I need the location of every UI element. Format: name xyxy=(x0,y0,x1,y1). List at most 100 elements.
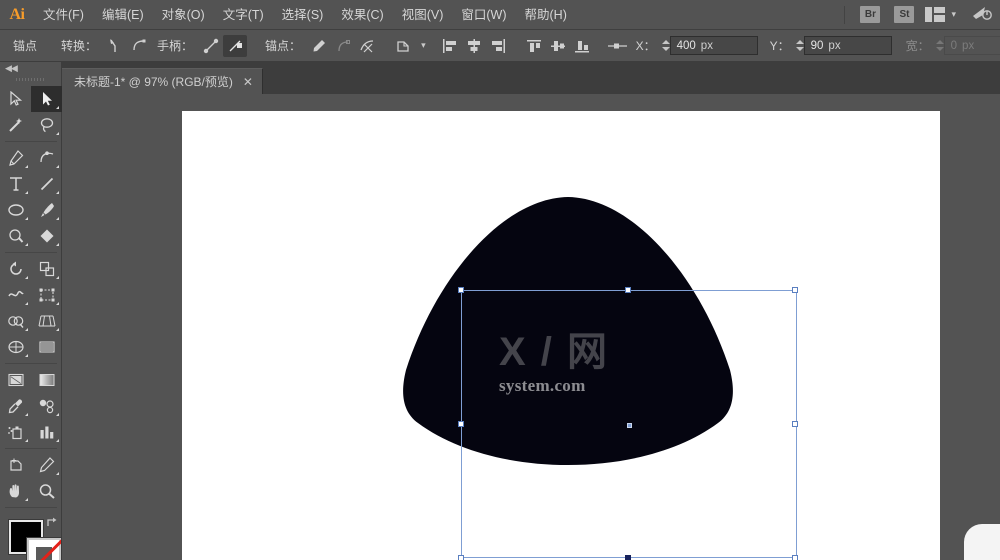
width-stepper xyxy=(936,36,944,56)
canvas-area[interactable]: X / 网 system.com xyxy=(62,94,1000,560)
tools-divider xyxy=(5,141,57,142)
align-bottom-icon[interactable] xyxy=(570,35,594,57)
tool-blend[interactable] xyxy=(31,393,62,419)
ai-logo-icon: Ai xyxy=(0,0,34,30)
isolate-selected-icon[interactable] xyxy=(391,35,415,57)
collapse-panel-icon[interactable]: ◀◀ xyxy=(5,63,17,74)
tool-eraser[interactable] xyxy=(31,223,62,249)
bridge-button[interactable]: Br xyxy=(860,6,880,23)
handle-middle-right[interactable] xyxy=(792,421,798,427)
tool-ellipse[interactable] xyxy=(0,197,31,223)
x-stepper[interactable] xyxy=(662,36,670,56)
tool-direct-selection[interactable] xyxy=(31,86,62,112)
menu-window[interactable]: 窗口(W) xyxy=(452,0,515,30)
handle-top-center[interactable] xyxy=(625,287,631,293)
handle-middle-left[interactable] xyxy=(458,421,464,427)
menu-type[interactable]: 文字(T) xyxy=(214,0,273,30)
menu-view[interactable]: 视图(V) xyxy=(393,0,453,30)
width-value: 0 xyxy=(951,40,957,52)
handle-top-left[interactable] xyxy=(458,287,464,293)
x-value: 400 xyxy=(677,40,696,52)
handles-label: 手柄： xyxy=(151,37,199,54)
hide-handles-icon[interactable] xyxy=(223,35,247,57)
close-icon[interactable]: ✕ xyxy=(243,76,253,88)
x-label: X： xyxy=(630,37,662,54)
tool-slice[interactable] xyxy=(31,452,62,478)
tool-gradient[interactable] xyxy=(31,334,62,360)
align-left-icon[interactable] xyxy=(438,35,462,57)
tool-scale[interactable] xyxy=(31,256,62,282)
chevron-down-icon[interactable]: ▾ xyxy=(951,9,956,20)
show-handles-icon[interactable] xyxy=(199,35,223,57)
menu-bar: Ai 文件(F) 编辑(E) 对象(O) 文字(T) 选择(S) 效果(C) 视… xyxy=(0,0,1000,30)
tool-magic-wand[interactable] xyxy=(0,112,31,138)
align-right-icon[interactable] xyxy=(486,35,510,57)
tool-rotate[interactable] xyxy=(0,256,31,282)
tools-divider xyxy=(5,448,57,449)
tool-perspective-grid[interactable] xyxy=(31,308,62,334)
workspace-layout-icon[interactable] xyxy=(925,7,945,22)
tool-symbol-sprayer[interactable] xyxy=(0,419,31,445)
transform-handle-icon[interactable] xyxy=(606,35,630,57)
chevron-down-icon[interactable]: ▾ xyxy=(421,40,426,51)
illustrator-window: Ai 文件(F) 编辑(E) 对象(O) 文字(T) 选择(S) 效果(C) 视… xyxy=(0,0,1000,560)
width-input: 0 px xyxy=(944,36,1000,55)
width-unit: px xyxy=(962,40,974,52)
menu-help[interactable]: 帮助(H) xyxy=(516,0,576,30)
tools-divider xyxy=(5,252,57,253)
convert-label: 转换： xyxy=(55,37,103,54)
remove-anchor-icon[interactable] xyxy=(307,35,331,57)
convert-to-smooth-icon[interactable] xyxy=(127,35,151,57)
tool-gradient-fill[interactable] xyxy=(31,367,62,393)
x-input[interactable]: 400 px xyxy=(670,36,758,55)
selection-center-point xyxy=(627,423,632,428)
tool-mesh[interactable] xyxy=(0,334,31,360)
tool-line-segment[interactable] xyxy=(31,171,62,197)
tool-hand[interactable] xyxy=(0,478,31,504)
connect-path-icon[interactable] xyxy=(331,35,355,57)
handle-top-right[interactable] xyxy=(792,287,798,293)
tool-gradient-swatch[interactable] xyxy=(0,367,31,393)
tool-shape-builder[interactable] xyxy=(0,308,31,334)
align-middle-vertical-icon[interactable] xyxy=(546,35,570,57)
convert-to-corner-icon[interactable] xyxy=(103,35,127,57)
align-center-horizontal-icon[interactable] xyxy=(462,35,486,57)
tool-type[interactable] xyxy=(0,171,31,197)
handle-bottom-left[interactable] xyxy=(458,555,464,560)
menu-select[interactable]: 选择(S) xyxy=(273,0,333,30)
width-label: 宽： xyxy=(892,37,936,54)
stock-button[interactable]: St xyxy=(894,6,914,23)
y-input[interactable]: 90 px xyxy=(804,36,892,55)
swap-fill-stroke-icon[interactable] xyxy=(45,516,57,528)
tool-column-graph[interactable] xyxy=(31,419,62,445)
menu-object[interactable]: 对象(O) xyxy=(153,0,214,30)
align-top-icon[interactable] xyxy=(522,35,546,57)
y-unit: px xyxy=(828,40,840,52)
stroke-swatch[interactable] xyxy=(27,538,61,560)
document-tab[interactable]: 未标题-1* @ 97% (RGB/预览) ✕ xyxy=(62,68,263,94)
cut-path-icon[interactable] xyxy=(355,35,379,57)
tool-curvature[interactable] xyxy=(31,145,62,171)
tools-panel-header[interactable]: ◀◀ xyxy=(0,62,61,74)
tool-selection[interactable] xyxy=(0,86,31,112)
tool-pen[interactable] xyxy=(0,145,31,171)
tool-width[interactable] xyxy=(0,282,31,308)
rocket-icon[interactable] xyxy=(972,5,992,25)
tool-shaper[interactable] xyxy=(0,223,31,249)
document-tab-title: 未标题-1* @ 97% (RGB/预览) xyxy=(74,73,233,90)
handle-bottom-right[interactable] xyxy=(792,555,798,560)
tool-paintbrush[interactable] xyxy=(31,197,62,223)
menu-file[interactable]: 文件(F) xyxy=(34,0,93,30)
x-unit: px xyxy=(701,40,713,52)
tool-free-transform[interactable] xyxy=(31,282,62,308)
tool-eyedropper[interactable] xyxy=(0,393,31,419)
tool-lasso[interactable] xyxy=(31,112,62,138)
menu-edit[interactable]: 编辑(E) xyxy=(93,0,153,30)
tool-zoom[interactable] xyxy=(31,478,62,504)
handle-bottom-center[interactable] xyxy=(625,555,631,560)
menu-bar-right-tools: Br St ▾ xyxy=(836,5,1000,25)
menu-effect[interactable]: 效果(C) xyxy=(332,0,392,30)
y-stepper[interactable] xyxy=(796,36,804,56)
tool-artboard[interactable] xyxy=(0,452,31,478)
tools-panel-grip[interactable] xyxy=(16,74,45,84)
